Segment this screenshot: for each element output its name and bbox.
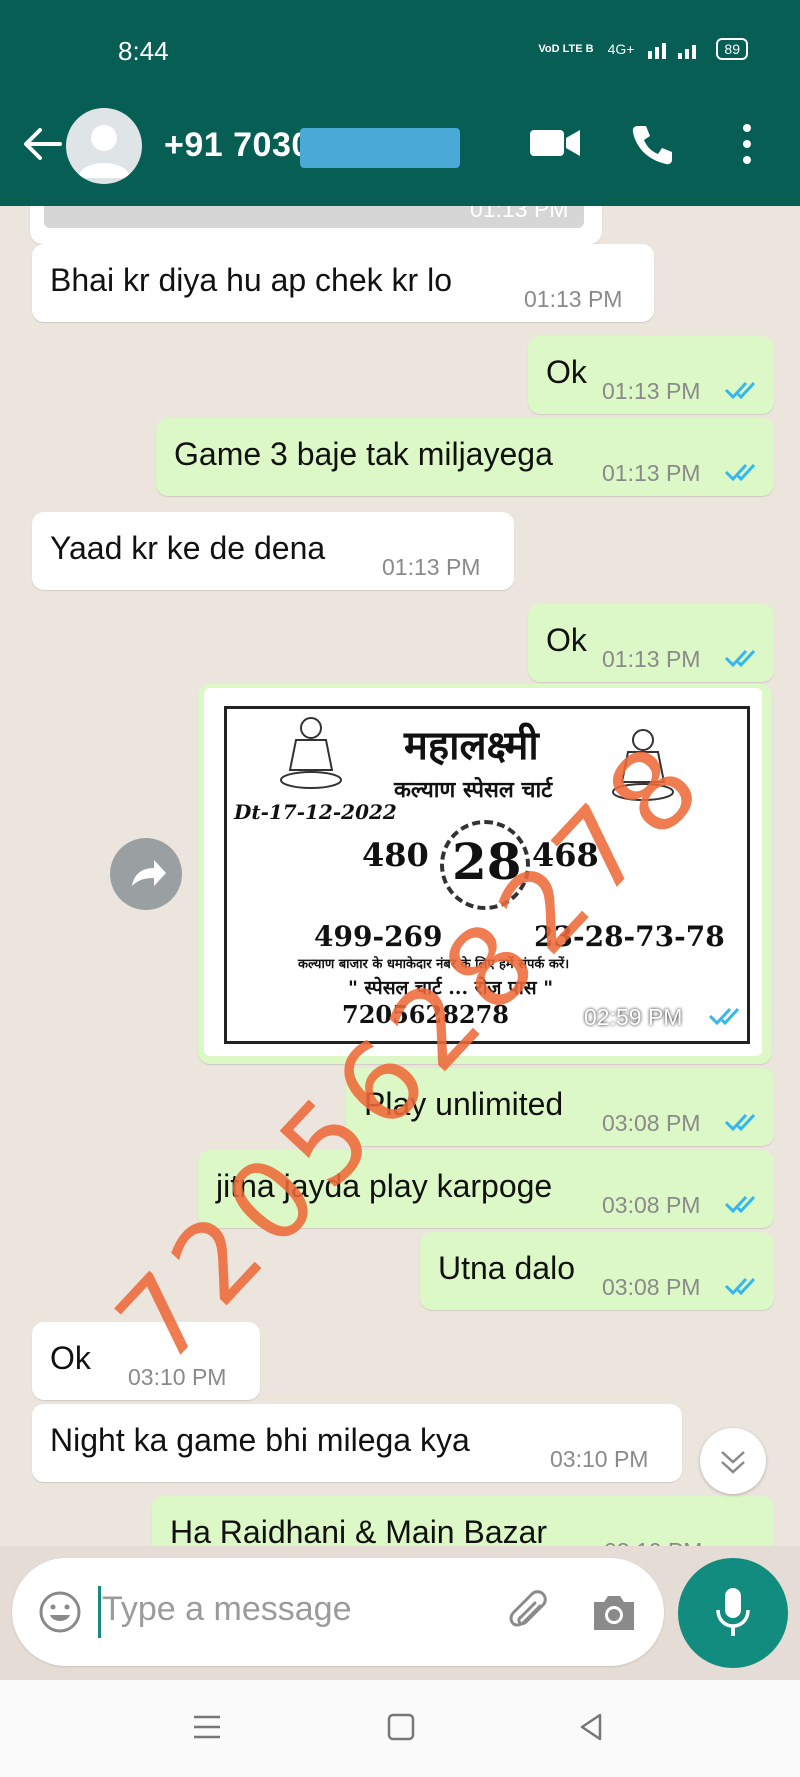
more-options-icon[interactable] [740, 122, 754, 166]
battery-indicator: 89 [716, 38, 748, 60]
message-text: Ha Raidhani & Main Bazar [170, 1514, 548, 1546]
default-avatar-icon [78, 125, 130, 178]
microphone-icon [716, 1588, 750, 1636]
double-chevron-down-icon [721, 1451, 745, 1474]
read-ticks-icon [724, 649, 756, 668]
avatar[interactable] [66, 108, 142, 184]
message-time: 03:10 PM [550, 1446, 649, 1472]
prev-image-bubble[interactable]: 01:13 PM [30, 206, 602, 244]
contact-name[interactable]: +91 7030 [164, 126, 311, 165]
message-text: Game 3 baje tak miljayega [174, 436, 553, 472]
read-ticks-icon [724, 1277, 756, 1296]
message-time: 01:13 PM [524, 286, 623, 312]
system-nav-bar [0, 1680, 800, 1777]
image-title: महालक्ष्मी [404, 722, 539, 769]
message-bubble-outgoing[interactable]: Game 3 baje tak miljayega 01:13 PM [156, 418, 774, 496]
text-cursor [98, 1586, 101, 1638]
message-text: Ok [546, 622, 587, 658]
last-message-clip: Ha Raidhani & Main Bazar 03:10 PM [0, 1496, 800, 1546]
message-time: 01:13 PM [382, 554, 481, 580]
forward-button[interactable] [110, 838, 182, 910]
message-bubble-incoming[interactable]: Yaad kr ke de dena 01:13 PM [32, 512, 514, 590]
emoji-icon[interactable] [38, 1590, 82, 1634]
read-ticks-icon [724, 381, 756, 400]
message-bubble-incoming[interactable]: Bhai kr diya hu ap chek kr lo 01:13 PM [32, 244, 654, 322]
phone-icon[interactable] [630, 122, 674, 166]
message-time: 01:13 PM [602, 378, 701, 404]
message-text: Ok [546, 354, 587, 390]
home-square-icon[interactable] [386, 1712, 416, 1742]
redaction-mark [300, 128, 460, 168]
message-time: 03:08 PM [602, 1274, 701, 1300]
message-text: Ok [50, 1340, 91, 1376]
message-time: 01:13 PM [602, 460, 701, 486]
voice-record-button[interactable] [678, 1558, 788, 1668]
read-ticks-icon [724, 1113, 756, 1132]
image-date: Dt-17-12-2022 [234, 800, 397, 824]
status-icons: VoD LTE B 4G+ 89 [538, 38, 748, 60]
status-bar: 8:44 VoD LTE B 4G+ 89 [0, 0, 800, 84]
menu-icon[interactable] [192, 1712, 222, 1742]
message-time: 03:08 PM [602, 1192, 701, 1218]
left-panel-number: 480 [362, 836, 429, 874]
message-time: 03:10 PM [604, 1538, 702, 1546]
signal-icon [648, 43, 697, 59]
chat-header: +91 7030 [0, 84, 800, 206]
scroll-to-bottom-button[interactable] [700, 1428, 766, 1494]
message-bubble-outgoing[interactable]: Ha Raidhani & Main Bazar 03:10 PM [152, 1496, 774, 1546]
message-bubble-outgoing[interactable]: Ok 01:13 PM [528, 336, 774, 414]
message-bubble-outgoing[interactable]: Ok 01:13 PM [528, 604, 774, 682]
image-time: 02:59 PM [584, 1004, 683, 1030]
back-triangle-icon[interactable] [576, 1712, 606, 1742]
message-bubble-outgoing[interactable]: Utna dalo 03:08 PM [420, 1232, 774, 1310]
volte-indicator: VoD LTE B [538, 42, 594, 55]
prev-image-time: 01:13 PM [470, 206, 569, 222]
read-ticks-icon [724, 1195, 756, 1214]
read-ticks-icon [724, 463, 756, 482]
message-text: Utna dalo [438, 1250, 575, 1286]
camera-icon[interactable] [590, 1590, 638, 1634]
message-time: 03:08 PM [602, 1110, 701, 1136]
network-label: 4G+ [607, 41, 635, 57]
goddess-left-icon [280, 717, 342, 789]
read-ticks-icon [708, 1007, 740, 1026]
video-call-icon[interactable] [528, 122, 582, 162]
forward-arrow-icon [132, 860, 166, 886]
attach-icon[interactable] [506, 1588, 554, 1636]
message-bubble-incoming[interactable]: Night ka game bhi milega kya 03:10 PM [32, 1404, 682, 1482]
message-time: 01:13 PM [602, 646, 701, 672]
message-text: Night ka game bhi milega kya [50, 1422, 470, 1458]
back-arrow-icon[interactable] [20, 122, 64, 166]
message-input[interactable]: Type a message [102, 1590, 351, 1629]
status-time: 8:44 [118, 36, 169, 66]
message-text: Bhai kr diya hu ap chek kr lo [50, 262, 452, 298]
message-text: Yaad kr ke de dena [50, 530, 326, 566]
message-composer[interactable]: Type a message [12, 1558, 664, 1666]
image-subtitle: कल्याण स्पेसल चार्ट [394, 777, 553, 803]
